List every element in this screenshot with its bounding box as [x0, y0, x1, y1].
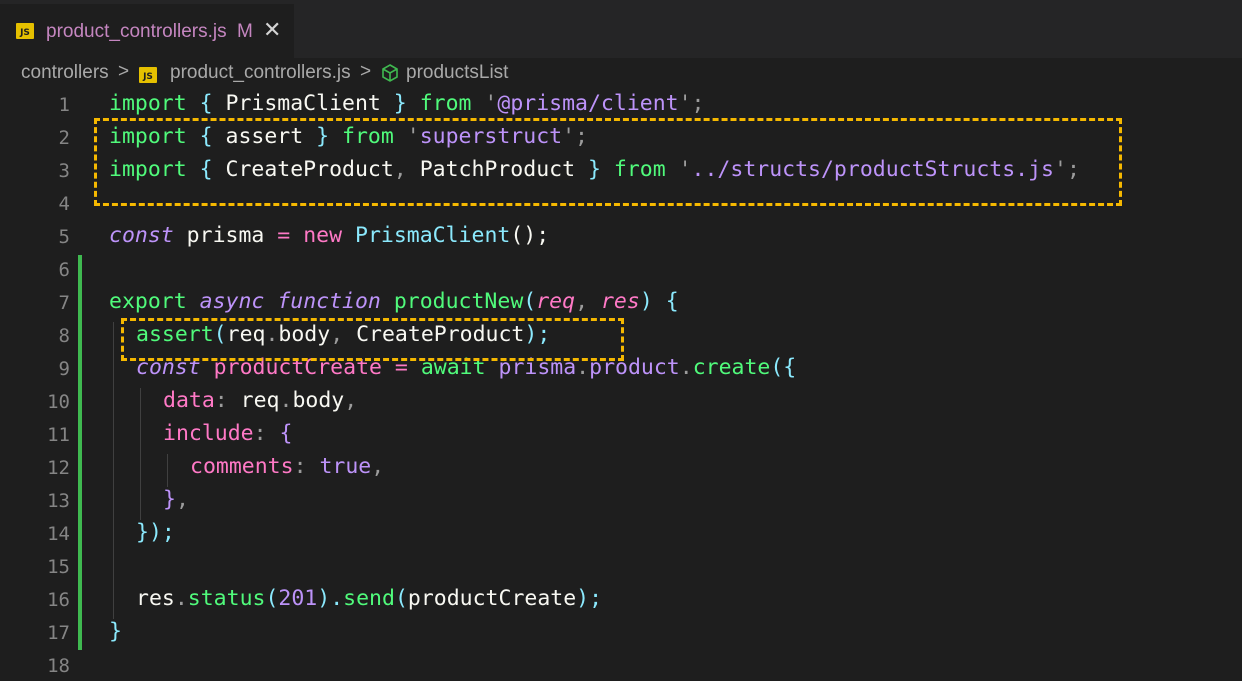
code-line-13: },	[163, 487, 189, 512]
line-number: 12	[47, 457, 70, 479]
line-number: 9	[58, 358, 70, 380]
breadcrumb-file[interactable]: product_controllers.js	[170, 62, 351, 84]
line-number: 6	[58, 259, 70, 281]
highlight-box-imports	[94, 118, 1122, 206]
code-line-14: });	[136, 520, 175, 545]
chevron-right-icon: >	[360, 61, 372, 82]
js-file-icon: JS	[139, 67, 157, 83]
chevron-right-icon: >	[118, 61, 130, 82]
code-line-11: include: {	[163, 421, 293, 446]
indent-guide	[113, 322, 114, 619]
line-number: 18	[47, 655, 70, 677]
indent-guide	[140, 388, 141, 520]
code-line-12: comments: true,	[190, 454, 385, 479]
line-number: 16	[47, 589, 70, 611]
line-number: 14	[47, 523, 70, 545]
cube-icon	[380, 63, 400, 89]
line-number: 7	[58, 292, 70, 314]
git-added-indicator	[78, 255, 82, 650]
line-number: 4	[58, 193, 70, 215]
breadcrumb: controllers > JS product_controllers.js …	[0, 58, 1242, 88]
close-icon[interactable]: ✕	[263, 18, 281, 43]
breadcrumb-folder[interactable]: controllers	[21, 62, 109, 84]
tab-bar: JS product_controllers.js M ✕	[0, 0, 1242, 58]
code-line-1: import { PrismaClient } from '@prisma/cl…	[109, 91, 705, 116]
code-line-10: data: req.body,	[163, 388, 358, 413]
tab-filename: product_controllers.js	[46, 21, 227, 42]
js-file-icon: JS	[16, 23, 34, 39]
line-number: 11	[47, 424, 70, 446]
line-number: 1	[58, 94, 70, 116]
modified-indicator: M	[237, 21, 253, 42]
code-line-16: res.status(201).send(productCreate);	[136, 586, 603, 611]
highlight-box-assert	[121, 318, 624, 361]
line-number: 15	[47, 556, 70, 578]
tab-product-controllers[interactable]: JS product_controllers.js M ✕	[0, 4, 294, 58]
code-line-5: const prisma = new PrismaClient();	[109, 223, 550, 248]
code-line-7: export async function productNew(req, re…	[109, 289, 679, 314]
line-number: 10	[47, 391, 70, 413]
breadcrumb-symbol[interactable]: productsList	[406, 62, 508, 84]
line-number: 17	[47, 622, 70, 644]
line-number: 3	[58, 160, 70, 182]
line-number: 5	[58, 226, 70, 248]
indent-guide	[167, 454, 168, 487]
line-number: 13	[47, 490, 70, 512]
line-number: 2	[58, 127, 70, 149]
line-number: 8	[58, 325, 70, 347]
code-line-17: }	[109, 619, 122, 644]
